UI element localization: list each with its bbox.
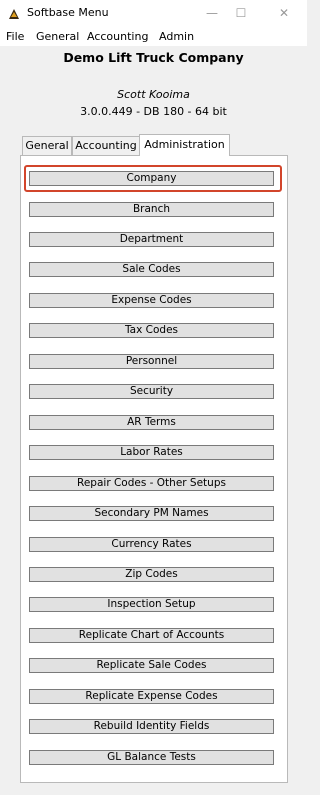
branch-button[interactable]: Branch <box>29 202 274 217</box>
inspection-setup-button[interactable]: Inspection Setup <box>29 597 274 612</box>
maximize-button[interactable]: ☐ <box>229 4 253 22</box>
repair-codes-button[interactable]: Repair Codes - Other Setups <box>29 476 274 491</box>
tab-general[interactable]: General <box>22 136 72 155</box>
minimize-button[interactable]: — <box>200 4 224 22</box>
zip-codes-button[interactable]: Zip Codes <box>29 567 274 582</box>
tax-codes-button[interactable]: Tax Codes <box>29 323 274 338</box>
department-button[interactable]: Department <box>29 232 274 247</box>
menu-bar: File General Accounting Admin <box>0 28 307 46</box>
rebuild-identity-fields-button[interactable]: Rebuild Identity Fields <box>29 719 274 734</box>
gl-balance-tests-button[interactable]: GL Balance Tests <box>29 750 274 765</box>
user-name: Scott Kooima <box>117 88 190 101</box>
labor-rates-button[interactable]: Labor Rates <box>29 445 274 460</box>
app-icon <box>9 9 19 19</box>
currency-rates-button[interactable]: Currency Rates <box>29 537 274 552</box>
title-bar: Softbase Menu — ☐ ✕ <box>0 0 307 28</box>
administration-panel: Company Branch Department Sale Codes Exp… <box>20 155 288 783</box>
company-name: Demo Lift Truck Company <box>63 50 244 65</box>
window-title: Softbase Menu <box>27 6 109 19</box>
version-info: 3.0.0.449 - DB 180 - 64 bit <box>80 105 227 118</box>
menu-general[interactable]: General <box>36 30 79 43</box>
close-button[interactable]: ✕ <box>272 4 296 22</box>
company-button[interactable]: Company <box>29 171 274 186</box>
security-button[interactable]: Security <box>29 384 274 399</box>
tab-administration[interactable]: Administration <box>139 134 230 156</box>
tab-accounting[interactable]: Accounting <box>72 136 140 155</box>
secondary-pm-names-button[interactable]: Secondary PM Names <box>29 506 274 521</box>
personnel-button[interactable]: Personnel <box>29 354 274 369</box>
ar-terms-button[interactable]: AR Terms <box>29 415 274 430</box>
sale-codes-button[interactable]: Sale Codes <box>29 262 274 277</box>
menu-file[interactable]: File <box>6 30 24 43</box>
replicate-expense-codes-button[interactable]: Replicate Expense Codes <box>29 689 274 704</box>
replicate-chart-of-accounts-button[interactable]: Replicate Chart of Accounts <box>29 628 274 643</box>
expense-codes-button[interactable]: Expense Codes <box>29 293 274 308</box>
menu-accounting[interactable]: Accounting <box>87 30 148 43</box>
menu-admin[interactable]: Admin <box>159 30 194 43</box>
replicate-sale-codes-button[interactable]: Replicate Sale Codes <box>29 658 274 673</box>
